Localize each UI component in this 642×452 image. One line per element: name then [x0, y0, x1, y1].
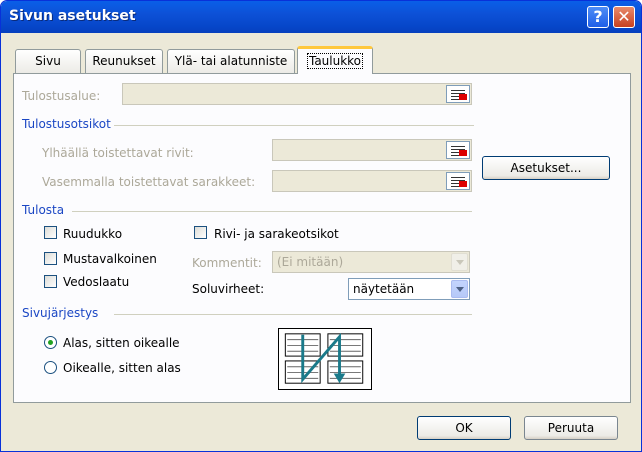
range-select-icon[interactable]	[446, 172, 470, 190]
help-button[interactable]: ?	[587, 6, 609, 28]
range-select-icon[interactable]	[446, 85, 470, 103]
print-titles-heading: Tulostusotsikot	[22, 117, 111, 131]
down-then-over-label[interactable]: Alas, sitten oikealle	[63, 336, 180, 350]
settings-button[interactable]: Asetukset...	[482, 156, 610, 180]
comments-value: (Ei mitään)	[277, 255, 344, 269]
over-then-down-radio[interactable]	[44, 361, 57, 374]
print-area-label: Tulostusalue:	[22, 89, 101, 103]
cols-to-repeat-label: Vasemmalla toistettavat sarakkeet:	[42, 175, 256, 189]
page-order-icon	[278, 328, 372, 390]
rows-to-repeat-field[interactable]	[272, 139, 472, 161]
draft-quality-checkbox[interactable]	[44, 275, 57, 288]
page-order-heading: Sivujärjestys	[22, 306, 99, 320]
tab-page[interactable]: Sivu	[15, 49, 81, 73]
tab-sheet[interactable]: Taulukko	[297, 46, 373, 74]
comments-label: Kommentit:	[192, 256, 262, 270]
close-button[interactable]: ✕	[613, 6, 635, 28]
dialog-title: Sivun asetukset	[9, 8, 136, 24]
comments-select[interactable]: (Ei mitään)	[272, 251, 470, 273]
ok-button[interactable]: OK	[417, 416, 511, 440]
gridlines-checkbox[interactable]	[44, 226, 57, 239]
black-white-checkbox[interactable]	[44, 252, 57, 265]
over-then-down-label[interactable]: Oikealle, sitten alas	[63, 361, 181, 375]
draft-quality-label[interactable]: Vedoslaatu	[63, 275, 129, 289]
tab-margins[interactable]: Reunukset	[85, 49, 163, 73]
cell-errors-value: näytetään	[353, 282, 415, 296]
divider	[114, 314, 472, 315]
print-heading: Tulosta	[22, 203, 65, 217]
divider	[114, 125, 474, 126]
cell-errors-select[interactable]: näytetään	[348, 278, 470, 300]
divider	[72, 211, 472, 212]
tab-header-footer[interactable]: Ylä- tai alatunniste	[167, 49, 295, 73]
chevron-down-icon[interactable]	[451, 253, 468, 271]
black-white-label[interactable]: Mustavalkoinen	[63, 252, 157, 266]
row-col-headings-label[interactable]: Rivi- ja sarakeotsikot	[214, 227, 339, 241]
rows-to-repeat-label: Ylhäällä toistettavat rivit:	[42, 146, 194, 160]
range-select-icon[interactable]	[446, 141, 470, 159]
cols-to-repeat-field[interactable]	[272, 170, 472, 192]
page-setup-dialog: Sivun asetukset ? ✕ Sivu Reunukset Ylä- …	[0, 0, 642, 452]
cancel-button[interactable]: Peruuta	[524, 416, 618, 440]
print-area-field[interactable]	[122, 83, 472, 105]
gridlines-label[interactable]: Ruudukko	[63, 227, 122, 241]
row-col-headings-checkbox[interactable]	[194, 226, 207, 239]
chevron-down-icon[interactable]	[451, 280, 468, 298]
down-then-over-radio[interactable]	[44, 336, 57, 349]
cell-errors-label: Soluvirheet:	[192, 282, 265, 296]
title-bar: Sivun asetukset ? ✕	[1, 1, 641, 33]
